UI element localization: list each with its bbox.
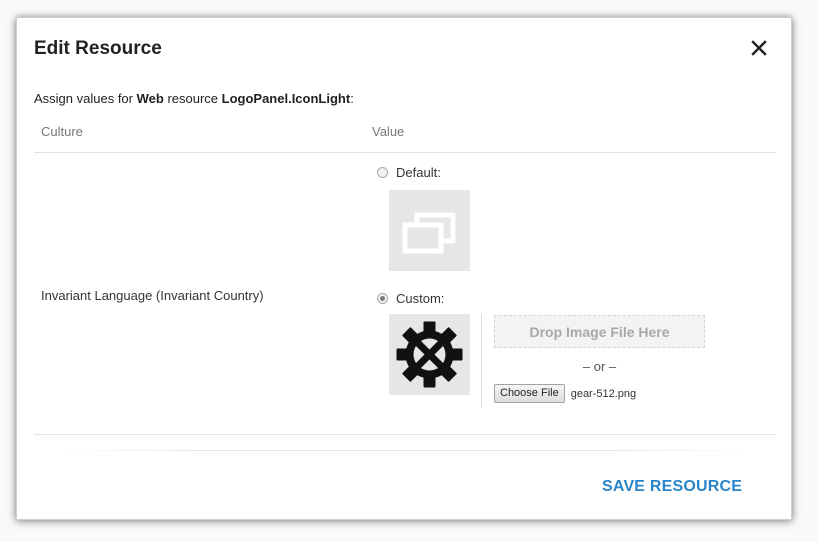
custom-label: Custom: (396, 291, 445, 306)
value-column-header: Value (372, 124, 405, 139)
close-icon (751, 40, 767, 56)
custom-image-preview (389, 314, 470, 395)
window-stack-icon (402, 212, 456, 254)
selected-file-name: gear-512.png (570, 387, 637, 400)
file-input: Choose File gear-512.png (494, 384, 636, 403)
culture-name: Invariant Language (Invariant Country) (41, 288, 264, 303)
gear-icon (396, 321, 463, 388)
dialog-title: Edit Resource (34, 38, 162, 59)
default-radio[interactable] (377, 167, 388, 178)
save-resource-button[interactable]: SAVE RESOURCE (602, 478, 742, 496)
footer-divider (34, 434, 776, 435)
assign-middle: resource (163, 91, 222, 106)
upload-divider (481, 314, 482, 408)
default-option[interactable]: Default: (377, 165, 441, 180)
close-button[interactable] (745, 34, 773, 62)
choose-file-button[interactable]: Choose File (494, 384, 565, 403)
resource-type: Web (136, 91, 164, 106)
assign-prefix: Assign values for (34, 91, 137, 106)
assign-suffix: : (350, 91, 354, 106)
footer-divider-fade (57, 450, 757, 451)
header-divider (34, 152, 776, 153)
assign-description: Assign values for Web resource LogoPanel… (34, 91, 354, 106)
culture-column-header: Culture (41, 124, 83, 139)
screen: Edit Resource Assign values for Web reso… (0, 0, 818, 542)
default-image-preview (389, 190, 470, 271)
custom-radio[interactable] (377, 293, 388, 304)
or-separator: – or – (582, 359, 617, 374)
edit-resource-dialog: Edit Resource Assign values for Web reso… (16, 17, 792, 520)
resource-name: LogoPanel.IconLight (221, 91, 351, 106)
default-label: Default: (396, 165, 441, 180)
image-drop-zone[interactable]: Drop Image File Here (494, 315, 705, 348)
custom-option[interactable]: Custom: (377, 291, 444, 306)
